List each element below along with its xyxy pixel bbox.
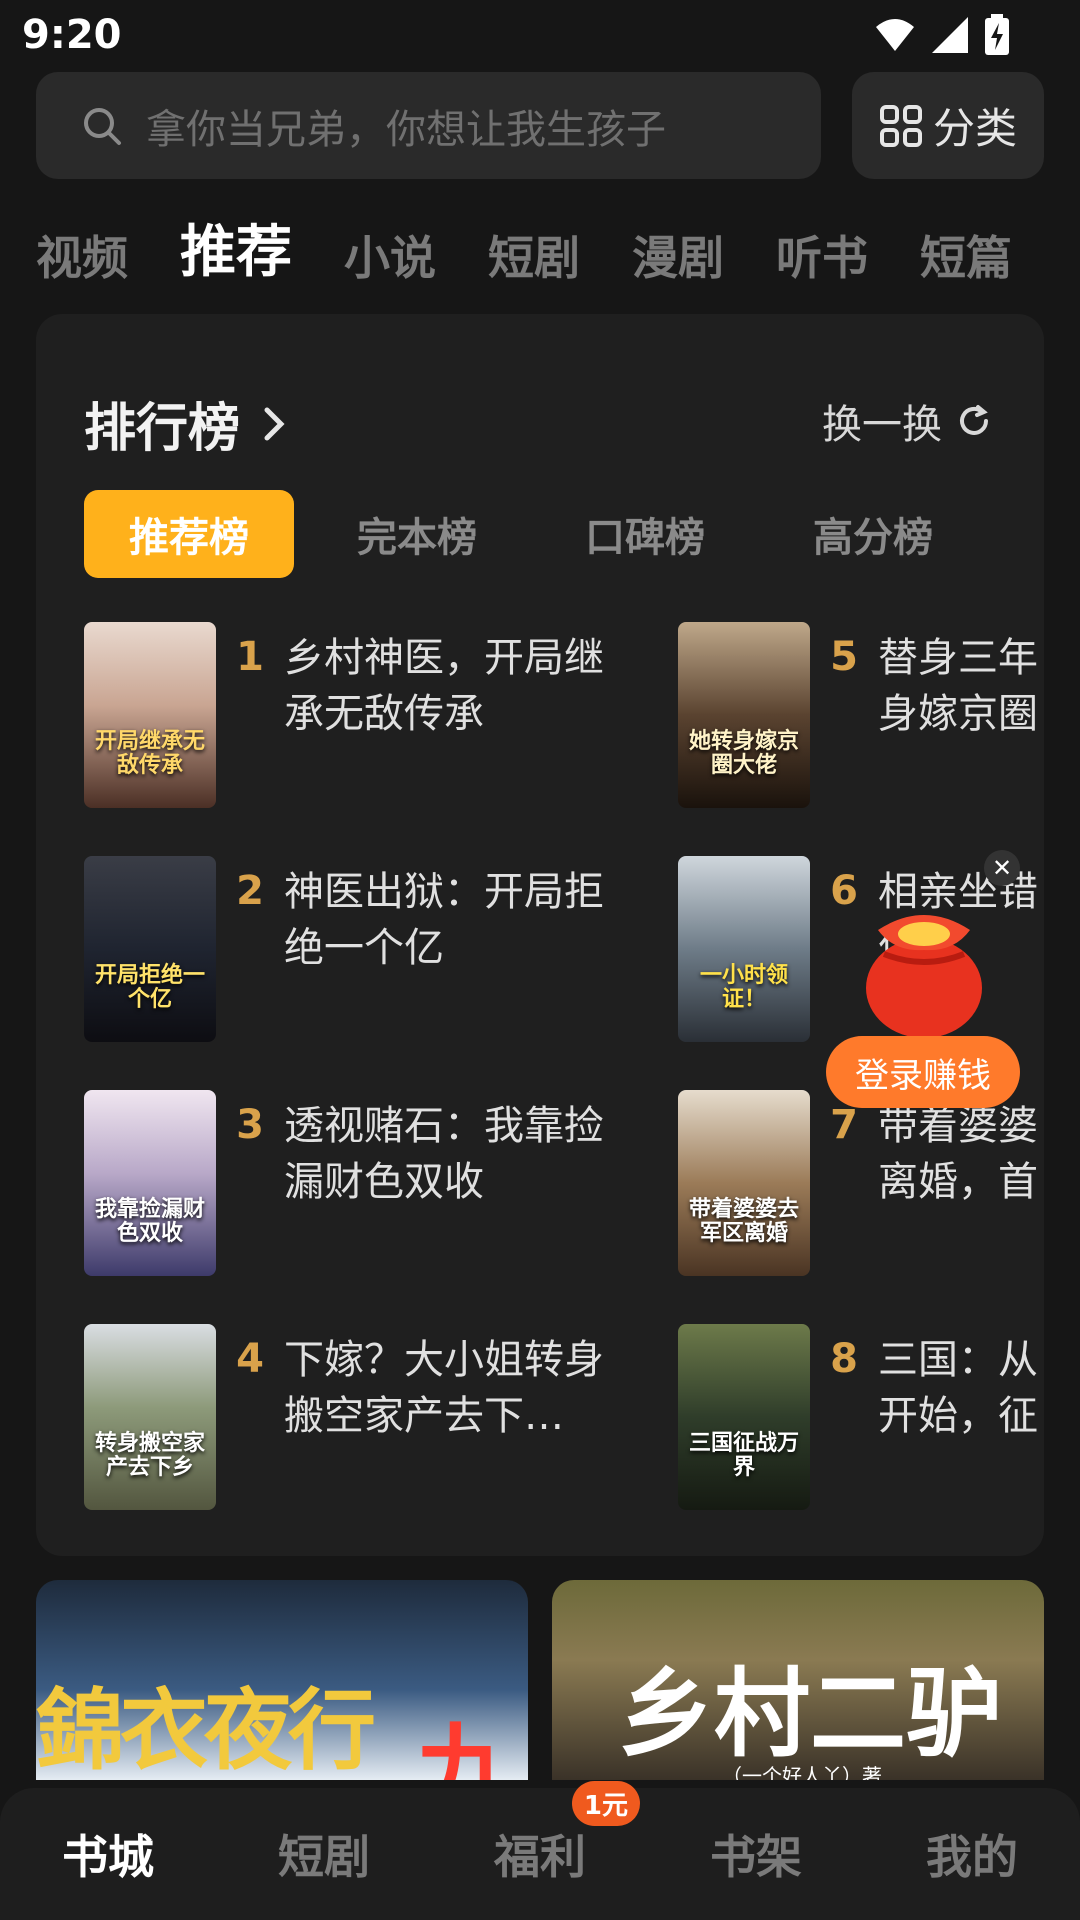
rank-number: 5 [830,634,858,680]
book-cover: 转身搬空家产去下乡 [84,1324,216,1510]
list-item[interactable]: 她转身嫁京圈大佬 5 替身三年 身嫁京圈 [678,622,1044,808]
category-label: 分类 [932,104,1017,153]
tab-short-story[interactable]: 短篇 [920,222,1012,288]
book-cover: 一小时领证！ [678,856,810,1042]
book-title: 替身三年 身嫁京圈 [878,635,1038,737]
close-icon[interactable]: ✕ [984,850,1020,886]
list-item[interactable]: 开局拒绝一个亿 2 神医出狱：开局拒绝一个亿 [84,856,644,1042]
book-title: 透视赌石：我靠捡漏财色双收 [284,1103,604,1205]
book-cover: 带着婆婆去军区离婚 [678,1090,810,1276]
list-item[interactable]: 带着婆婆去军区离婚 7 带着婆婆 离婚，首 [678,1090,1044,1276]
cover-title: 我靠捡漏财色双收 [94,1196,205,1246]
book-title: 下嫁？大小姐转身搬空家产去下… [284,1337,604,1439]
banner-left[interactable]: 錦衣夜行 九 [36,1580,528,1780]
grid-icon [879,104,922,147]
nav-bookshelf[interactable]: 书架 [710,1821,802,1887]
cover-title: 带着婆婆去军区离婚 [688,1196,799,1246]
tab-video[interactable]: 视频 [36,222,128,288]
cover-title: 开局继承无敌传承 [94,728,205,778]
rank-number: 1 [236,634,264,680]
tab-short-drama[interactable]: 短剧 [488,222,580,288]
banner-left-title: 錦衣夜行 [36,1679,376,1780]
ranking-title: 排行榜 [84,399,241,459]
wifi-icon [876,19,914,51]
welfare-badge: 1元 [571,1781,640,1826]
ranking-header[interactable]: 排行榜 [84,386,286,461]
nav-bookstore[interactable]: 书城 [62,1821,154,1887]
login-reward-widget[interactable]: ✕ 登录赚钱 [826,850,1022,1110]
tab-recommend-rank[interactable]: 推荐榜 [84,490,294,578]
list-item[interactable]: 开局继承无敌传承 1 乡村神医，开局继承无敌传承 [84,622,644,808]
rank-number: 7 [830,1102,858,1148]
status-time: 9:20 [22,12,122,58]
nav-profile[interactable]: 我的 [926,1821,1018,1887]
tab-high-score-rank[interactable]: 高分榜 [768,490,978,578]
nav-short-drama[interactable]: 短剧 [278,1821,370,1887]
cover-title: 一小时领证！ [699,962,788,1012]
book-cover: 开局拒绝一个亿 [84,856,216,1042]
channel-tabs: 视频 推荐 小说 短剧 漫剧 听书 短篇 [36,208,1064,288]
login-reward-button[interactable]: 登录赚钱 [826,1036,1020,1108]
red-packet-bag-icon [866,915,982,1038]
list-item[interactable]: 三国征战万界 8 三国：从 开始，征 [678,1324,1044,1510]
tab-audiobook[interactable]: 听书 [776,222,868,288]
rank-number: 4 [236,1336,264,1382]
refresh-button[interactable]: 换一换 [822,392,992,450]
book-cover: 三国征战万界 [678,1324,810,1510]
list-item[interactable]: 转身搬空家产去下乡 4 下嫁？大小姐转身搬空家产去下… [84,1324,644,1510]
nav-welfare[interactable]: 福利 1元 [494,1781,640,1887]
book-cover: 开局继承无敌传承 [84,622,216,808]
tab-reputation-rank[interactable]: 口碑榜 [540,490,750,578]
status-icons [874,14,1010,56]
search-input[interactable]: 拿你当兄弟，你想让我生孩子 [36,72,821,179]
refresh-label: 换一换 [822,402,942,448]
rank-number: 3 [236,1102,264,1148]
cover-title: 三国征战万界 [688,1430,799,1480]
bottom-nav: 书城 短剧 福利 1元 书架 我的 [0,1781,1080,1920]
tab-recommend[interactable]: 推荐 [180,207,292,288]
book-title: 三国：从 开始，征 [878,1337,1038,1439]
tab-finished-rank[interactable]: 完本榜 [312,490,522,578]
book-cover: 我靠捡漏财色双收 [84,1090,216,1276]
search-icon [84,107,121,145]
banner-right[interactable]: 乡村二驴 （一个好人丫）著 [552,1580,1044,1780]
cover-title: 她转身嫁京圈大佬 [688,728,799,778]
tab-comic-drama[interactable]: 漫剧 [632,222,724,288]
tab-novel[interactable]: 小说 [344,222,436,288]
book-title: 乡村神医，开局继承无敌传承 [284,635,604,737]
banner-left-badge: 九 [416,1713,516,1780]
signal-icon [932,17,968,53]
category-button[interactable]: 分类 [852,72,1044,179]
chevron-right-icon [264,407,285,440]
search-placeholder: 拿你当兄弟，你想让我生孩子 [146,106,666,153]
list-item[interactable]: 我靠捡漏财色双收 3 透视赌石：我靠捡漏财色双收 [84,1090,644,1276]
rank-number: 2 [236,868,264,914]
book-title: 带着婆婆 离婚，首 [878,1103,1038,1205]
rank-number: 8 [830,1336,858,1382]
cover-title: 转身搬空家产去下乡 [94,1430,205,1480]
cover-title: 开局拒绝一个亿 [94,962,205,1012]
battery-charging-icon [985,14,1009,55]
book-cover: 她转身嫁京圈大佬 [678,622,810,808]
status-bar: 9:20 [0,0,1080,70]
book-title: 神医出狱：开局拒绝一个亿 [284,869,604,971]
banner-right-author: （一个好人丫）著 [722,1764,882,1780]
banner-right-title: 乡村二驴 [618,1658,1002,1770]
nav-welfare-label: 福利 [494,1830,586,1884]
refresh-icon [960,405,988,435]
ranking-tabs: 推荐榜 完本榜 口碑榜 高分榜 [84,490,996,578]
